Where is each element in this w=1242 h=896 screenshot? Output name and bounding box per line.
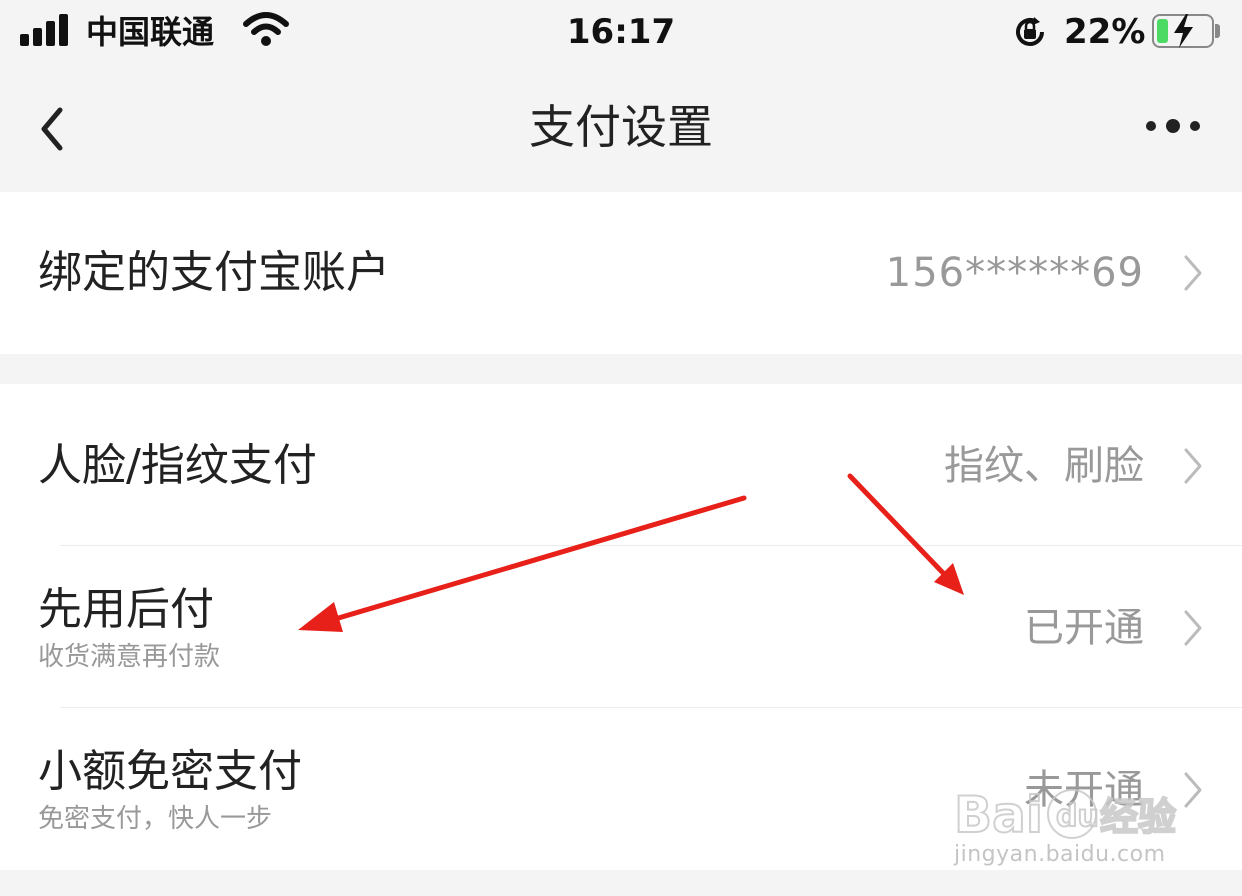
more-dots-icon — [1146, 121, 1156, 131]
more-dot-center — [1166, 119, 1180, 133]
status-bar: 中国联通 16:17 22% — [0, 0, 1242, 66]
alipay-account-value: 156******69 — [885, 250, 1144, 296]
small-password-free-label: 小额免密支付 — [38, 746, 302, 797]
page-title: 支付设置 — [529, 100, 713, 154]
battery-cap — [1215, 24, 1220, 38]
watermark-url: jingyan.baidu.com — [954, 842, 1166, 867]
biometric-pay-row[interactable]: 人脸/指纹支付 指纹、刷脸 — [0, 384, 1242, 546]
alipay-account-row[interactable]: 绑定的支付宝账户 156******69 — [0, 192, 1242, 354]
pay-later-status: 已开通 — [1024, 605, 1144, 651]
account-card: 绑定的支付宝账户 156******69 — [0, 192, 1242, 354]
more-dot-right — [1190, 121, 1200, 131]
payment-options-card: 人脸/指纹支付 指纹、刷脸 先用后付 收货满意再付款 已开通 小额免密支付 免密… — [0, 384, 1242, 870]
chevron-left-icon — [41, 107, 63, 151]
status-time: 16:17 — [566, 12, 676, 52]
rotation-lock-icon — [1016, 17, 1044, 46]
battery-percentage: 22% — [1064, 12, 1146, 52]
alipay-account-label: 绑定的支付宝账户 — [38, 247, 390, 298]
chevron-right-icon — [1184, 255, 1202, 291]
small-password-free-subtitle: 免密支付，快人一步 — [38, 804, 273, 834]
biometric-pay-value: 指纹、刷脸 — [944, 443, 1144, 489]
pay-later-row[interactable]: 先用后付 收货满意再付款 已开通 — [0, 546, 1242, 708]
small-password-free-status: 未开通 — [1024, 767, 1144, 813]
pay-later-label: 先用后付 — [38, 584, 214, 635]
more-options-button[interactable] — [1136, 106, 1216, 146]
back-button[interactable] — [30, 96, 90, 162]
chevron-right-icon — [1184, 610, 1202, 646]
navigation-bar: 支付设置 — [0, 66, 1242, 192]
chevron-right-icon — [1184, 448, 1202, 484]
charging-bolt-icon — [1174, 14, 1193, 48]
biometric-pay-label: 人脸/指纹支付 — [38, 440, 317, 491]
chevron-right-icon — [1184, 772, 1202, 808]
pay-later-subtitle: 收货满意再付款 — [38, 642, 221, 672]
